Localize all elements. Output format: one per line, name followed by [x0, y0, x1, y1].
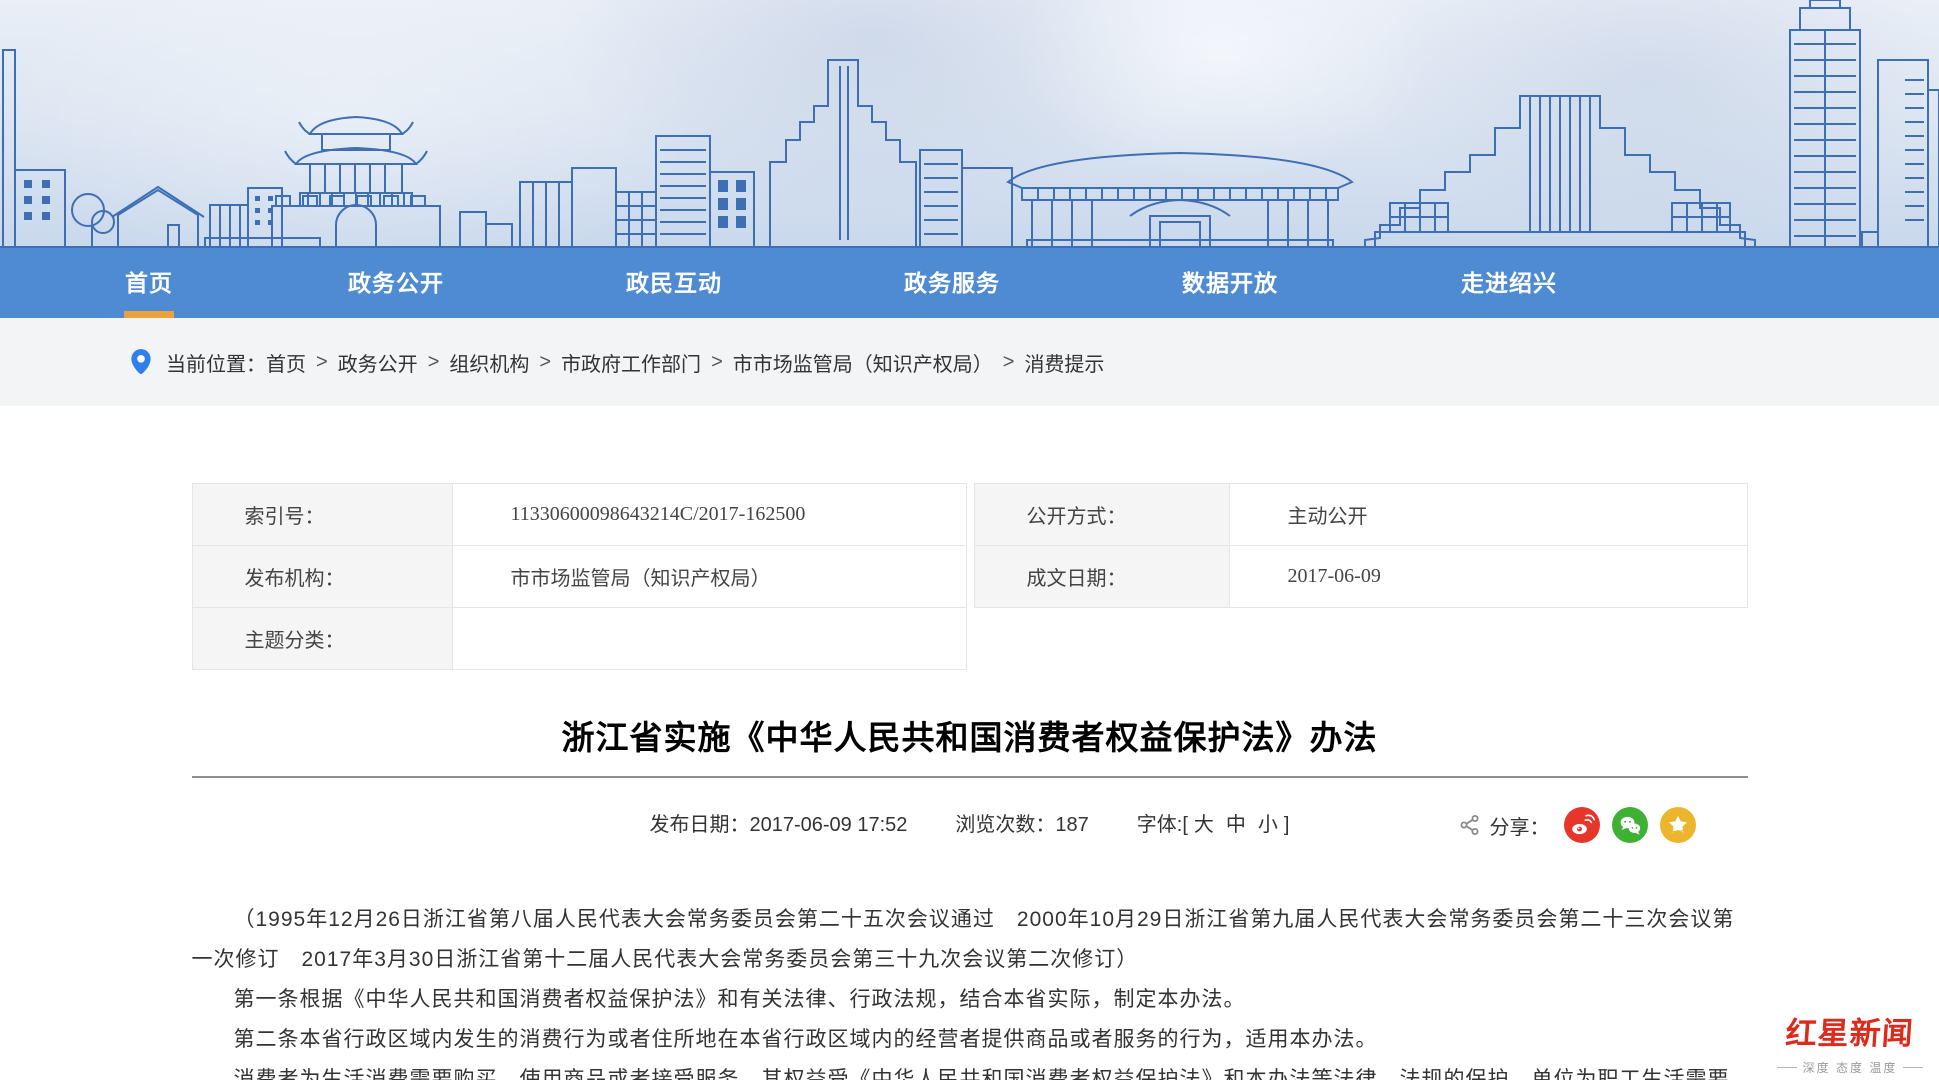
table-row: 公开方式： 主动公开	[974, 484, 1747, 546]
paragraph: （1995年12月26日浙江省第八届人民代表大会常务委员会第二十五次会议通过 2…	[192, 900, 1748, 980]
location-pin-icon	[130, 348, 152, 376]
font-size-label: 字体:[	[1137, 814, 1188, 836]
nav-tab-label: 走进绍兴	[1461, 270, 1557, 296]
breadcrumb-bar: 当前位置： 首页 > 政务公开 > 组织机构 > 市政府工作部门 > 市市场监管…	[0, 318, 1939, 406]
font-size-large-button[interactable]: 大	[1194, 814, 1214, 836]
nav-tab-open-data[interactable]: 数据开放	[1182, 248, 1278, 318]
share-label: 分享：	[1490, 811, 1550, 840]
info-label-agency: 发布机构：	[192, 546, 452, 608]
nav-tab-home[interactable]: 首页	[125, 248, 173, 318]
watermark-slogan: 深度 态度 温度	[1775, 1059, 1925, 1076]
info-label-date: 成文日期：	[974, 546, 1229, 608]
font-size-medium-button[interactable]: 中	[1226, 814, 1246, 836]
font-size-small-button[interactable]: 小	[1258, 814, 1278, 836]
nav-tab-label: 政务服务	[904, 270, 1000, 296]
publish-date: 2017-06-09 17:52	[750, 814, 908, 836]
paragraph: 消费者为生活消费需要购买、使用商品或者接受服务，其权益受《中华人民共和国消费者权…	[192, 1060, 1748, 1080]
info-value-agency: 市市场监管局（知识产权局）	[452, 546, 966, 608]
weibo-icon[interactable]	[1564, 807, 1600, 843]
nav-tab-services[interactable]: 政务服务	[904, 248, 1000, 318]
nav-tab-label: 数据开放	[1182, 270, 1278, 296]
red-star-news-watermark: 红星新闻 深度 态度 温度	[1775, 1008, 1925, 1076]
wechat-icon[interactable]	[1612, 807, 1648, 843]
title-divider	[192, 776, 1748, 778]
breadcrumb: 当前位置： 首页 > 政务公开 > 组织机构 > 市政府工作部门 > 市市场监管…	[0, 318, 1939, 406]
info-value-date: 2017-06-09	[1229, 546, 1747, 608]
nav-tab-interaction[interactable]: 政民互动	[626, 248, 722, 318]
nav-tab-gov-info[interactable]: 政务公开	[348, 248, 444, 318]
nav-tab-label: 首页	[125, 270, 173, 296]
table-row: 成文日期： 2017-06-09	[974, 546, 1747, 608]
breadcrumb-separator: >	[711, 351, 723, 374]
info-value-topic	[452, 608, 966, 670]
share-nodes-icon	[1458, 813, 1482, 837]
info-value-index: 11330600098643214C/2017-162500	[452, 484, 966, 546]
table-row: 主题分类：	[192, 608, 966, 670]
active-tab-indicator	[124, 311, 174, 318]
breadcrumb-item-consumer-tips[interactable]: 消费提示	[1024, 348, 1104, 377]
city-skyline-banner	[0, 0, 1939, 248]
table-row: 发布机构： 市市场监管局（知识产权局）	[192, 546, 966, 608]
article-meta: 发布日期：2017-06-09 17:52 浏览次数：187 字体:[ 大中小] 分享…	[192, 806, 1748, 844]
nav-tab-label: 政民互动	[626, 270, 722, 296]
breadcrumb-separator: >	[1003, 351, 1015, 374]
qzone-icon[interactable]	[1660, 807, 1696, 843]
page: 首页 政务公开 政民互动 政务服务 数据开放 走进绍兴 当前位置： 首页 > 政…	[0, 0, 1939, 1080]
font-size-label-end: ]	[1284, 814, 1290, 836]
breadcrumb-item-gov-info[interactable]: 政务公开	[338, 348, 418, 377]
watermark-logo-text: 红星新闻	[1773, 1008, 1926, 1053]
document-info-table: 索引号： 11330600098643214C/2017-162500 发布机构…	[192, 483, 1748, 670]
breadcrumb-separator: >	[539, 351, 551, 374]
breadcrumb-item-departments[interactable]: 市政府工作部门	[561, 348, 701, 377]
info-label-publicity: 公开方式：	[974, 484, 1229, 546]
breadcrumb-item-market-bureau[interactable]: 市市场监管局（知识产权局）	[733, 348, 993, 377]
nav-tab-label: 政务公开	[348, 270, 444, 296]
nav-tab-about-shaoxing[interactable]: 走进绍兴	[1461, 248, 1557, 318]
paragraph: 第一条根据《中华人民共和国消费者权益保护法》和有关法律、行政法规，结合本省实际，…	[192, 980, 1748, 1020]
table-row: 索引号： 11330600098643214C/2017-162500	[192, 484, 966, 546]
main-navigation: 首页 政务公开 政民互动 政务服务 数据开放 走进绍兴	[0, 248, 1939, 318]
paragraph: 第二条本省行政区域内发生的消费行为或者住所地在本省行政区域内的经营者提供商品或者…	[192, 1020, 1748, 1060]
skyline-illustration	[0, 0, 1939, 248]
article-body: （1995年12月26日浙江省第八届人民代表大会常务委员会第二十五次会议通过 2…	[192, 900, 1748, 1080]
page-title: 浙江省实施《中华人民共和国消费者权益保护法》办法	[192, 716, 1748, 760]
info-value-publicity: 主动公开	[1229, 484, 1747, 546]
info-label-topic: 主题分类：	[192, 608, 452, 670]
views-count: 187	[1055, 814, 1088, 836]
publish-date-label: 发布日期：	[650, 814, 750, 836]
breadcrumb-item-organizations[interactable]: 组织机构	[449, 348, 529, 377]
breadcrumb-label: 当前位置：	[166, 348, 266, 377]
breadcrumb-item-home[interactable]: 首页	[266, 348, 306, 377]
breadcrumb-separator: >	[316, 351, 328, 374]
share-bar: 分享：	[1458, 806, 1696, 844]
info-label-index: 索引号：	[192, 484, 452, 546]
main-content: 索引号： 11330600098643214C/2017-162500 发布机构…	[0, 406, 1939, 1080]
views-label: 浏览次数：	[955, 814, 1055, 836]
breadcrumb-separator: >	[428, 351, 440, 374]
